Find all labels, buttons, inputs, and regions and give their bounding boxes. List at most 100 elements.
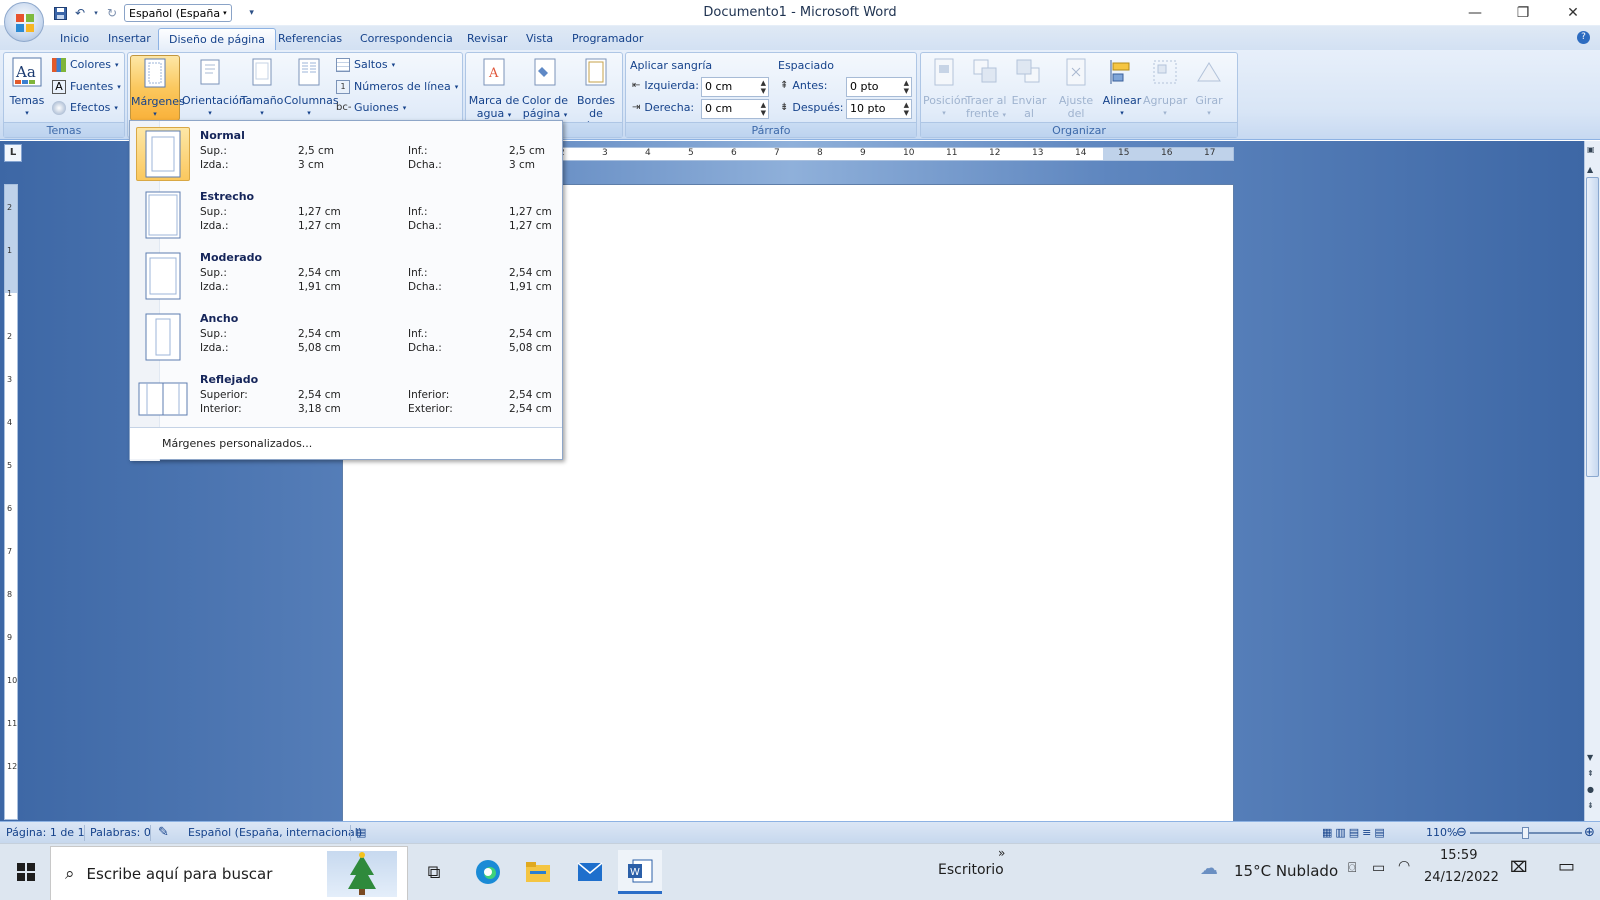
alinear-label: Alinear <box>1102 94 1142 107</box>
spinner-icon[interactable]: ▲ ▼ <box>904 79 909 95</box>
tab-correspondencia[interactable]: Correspondencia <box>350 28 463 50</box>
margin-preset-reflejado[interactable]: Reflejado Superior: 2,54 cm Inferior: 2,54 c… <box>132 367 560 427</box>
zoom-level[interactable]: 110% <box>1426 822 1457 844</box>
desktop-chevron-icon[interactable]: » <box>998 846 1005 860</box>
tamano-button[interactable]: Tamaño ▾ <box>240 55 284 121</box>
macro-record-icon[interactable]: ▤ <box>356 822 366 844</box>
tab-selector[interactable]: L <box>4 144 22 162</box>
wifi-icon[interactable]: ◠ <box>1398 858 1410 874</box>
help-icon[interactable]: ? <box>1577 31 1590 44</box>
file-explorer-icon[interactable] <box>516 850 560 894</box>
enviar-fondo-button[interactable]: Enviar al fondo ▾ <box>1007 55 1051 133</box>
traer-frente-button[interactable]: Traer al frente ▾ <box>965 55 1007 121</box>
weather-cloud-icon[interactable]: ☁ <box>1200 858 1218 879</box>
ruler-tick-label: 4 <box>645 148 651 158</box>
scrollbar-thumb[interactable] <box>1586 177 1599 477</box>
minimize-button[interactable]: — <box>1452 0 1498 26</box>
scroll-up-icon[interactable]: ▲ <box>1587 165 1593 174</box>
proofing-icon[interactable]: ✎ <box>158 822 169 844</box>
spinner-icon[interactable]: ▲ ▼ <box>904 101 909 117</box>
zoom-out-icon[interactable]: ⊖ <box>1456 822 1467 844</box>
language-combo[interactable]: Español (España ▾ <box>124 4 232 22</box>
spinner-icon[interactable]: ▲ ▼ <box>761 79 766 95</box>
undo-dropdown-icon[interactable]: ▾ <box>92 5 100 21</box>
margin-preset-moderado[interactable]: Moderado Sup.: 2,54 cm Inf.: 2,54 cm Izda.: 1,… <box>132 245 560 305</box>
view-ruler-icon[interactable]: ▣ <box>1587 145 1595 154</box>
colores-button[interactable]: Colores ▾ <box>52 55 119 75</box>
clock-date[interactable]: 24/12/2022 <box>1424 870 1499 885</box>
vertical-scrollbar[interactable]: ▣ ▲ ▼ ⇞ ● ⇟ <box>1584 141 1600 821</box>
page-count[interactable]: Página: 1 de 1 <box>6 822 85 844</box>
margin-preset-ancho[interactable]: Ancho Sup.: 2,54 cm Inf.: 2,54 cm Izda.: 5,08 … <box>132 306 560 366</box>
margin-preset-estrecho[interactable]: Estrecho Sup.: 1,27 cm Inf.: 1,27 cm Izda.: 1,… <box>132 184 560 244</box>
margin-value-left: 1,27 cm <box>298 220 341 232</box>
posicion-button[interactable]: Posición ▾ <box>923 55 968 121</box>
derecha-input[interactable]: 0 cm ▲ ▼ <box>701 99 769 119</box>
view-buttons[interactable]: ▦▥▤≡▤ <box>1322 822 1388 844</box>
restore-button[interactable]: ❐ <box>1500 0 1546 26</box>
svg-text:Aa: Aa <box>15 63 36 81</box>
custom-margins-item[interactable]: Márgenes personalizados... <box>130 427 562 459</box>
spinner-icon[interactable]: ▲ ▼ <box>761 101 766 117</box>
efectos-button[interactable]: Efectos ▾ <box>52 98 118 118</box>
tab-diseno-pagina[interactable]: Diseño de página <box>158 28 276 50</box>
weather-text[interactable]: 15°C Nublado <box>1234 862 1338 880</box>
ajuste-texto-button[interactable]: Ajuste del texto ▾ <box>1051 55 1101 133</box>
next-page-icon[interactable]: ⇟ <box>1587 801 1594 810</box>
marca-agua-button[interactable]: A Marca de agua ▾ <box>468 55 520 121</box>
ruler-tick-label: 8 <box>7 590 13 599</box>
language-status[interactable]: Español (España, internacional) <box>188 822 362 844</box>
browse-object-icon[interactable]: ● <box>1587 785 1594 794</box>
color-pagina-button[interactable]: Color de página ▾ <box>520 55 570 121</box>
scroll-down-icon[interactable]: ▼ <box>1587 753 1593 762</box>
office-button[interactable] <box>4 2 44 42</box>
page-borders-icon <box>585 58 607 86</box>
word-taskbar-icon[interactable]: W <box>618 850 662 894</box>
camera-icon[interactable]: ⌼ <box>1348 860 1356 876</box>
despues-input[interactable]: 10 pto ▲ ▼ <box>846 99 912 119</box>
mail-icon[interactable] <box>568 850 612 894</box>
customize-qat-icon[interactable]: ▾ <box>244 5 260 21</box>
izquierda-input[interactable]: 0 cm ▲ ▼ <box>701 77 769 97</box>
battery-icon[interactable]: ▭ <box>1372 860 1385 876</box>
izquierda-label: ⇤ Izquierda: <box>632 79 699 92</box>
previous-page-icon[interactable]: ⇞ <box>1587 769 1594 778</box>
keyboard-layout-icon[interactable]: ⌧ <box>1510 858 1527 876</box>
tab-insertar[interactable]: Insertar <box>98 28 161 50</box>
columnas-button[interactable]: Columnas ▾ <box>284 55 339 121</box>
word-count[interactable]: Palabras: 0 <box>90 822 151 844</box>
task-view-icon[interactable]: ⧉ <box>412 850 456 894</box>
vertical-ruler[interactable]: 2 1 1 2 3 4 5 6 7 8 9 10 11 12 <box>4 184 18 820</box>
tab-revisar[interactable]: Revisar <box>457 28 517 50</box>
antes-input[interactable]: 0 pto ▲ ▼ <box>846 77 912 97</box>
orientacion-button[interactable]: Orientación ▾ <box>182 55 246 121</box>
zoom-slider-thumb[interactable] <box>1522 827 1529 839</box>
numeros-linea-button[interactable]: 1 Números de línea ▾ <box>336 77 458 97</box>
agrupar-button[interactable]: Agrupar ▾ <box>1143 55 1187 121</box>
tab-inicio[interactable]: Inicio <box>50 28 99 50</box>
desktop-toolbar-label[interactable]: Escritorio <box>938 862 1004 878</box>
saltos-button[interactable]: Saltos ▾ <box>336 55 395 75</box>
fuentes-button[interactable]: A Fuentes ▾ <box>52 77 121 97</box>
margin-preset-normal[interactable]: Normal Sup.: 2,5 cm Inf.: 2,5 cm Izda.: 3 cm Dc… <box>132 123 560 183</box>
tab-vista[interactable]: Vista <box>516 28 563 50</box>
redo-icon[interactable]: ↻ <box>104 5 120 21</box>
zoom-in-icon[interactable]: ⊕ <box>1584 822 1595 844</box>
margin-label-bottom: Inf.: <box>408 206 428 218</box>
undo-icon[interactable]: ↶ <box>72 5 88 21</box>
guiones-button[interactable]: bc- Guiones ▾ <box>336 98 406 118</box>
close-button[interactable]: ✕ <box>1550 0 1596 26</box>
clock-time[interactable]: 15:59 <box>1440 848 1477 863</box>
start-button[interactable] <box>4 850 48 894</box>
save-icon[interactable] <box>52 5 68 21</box>
notifications-icon[interactable]: ▭ <box>1558 856 1575 877</box>
edge-icon[interactable] <box>466 850 510 894</box>
tab-programador[interactable]: Programador <box>562 28 653 50</box>
temas-button[interactable]: Aa Temas ▾ <box>6 55 48 121</box>
bordes-pagina-button[interactable]: Bordes de página <box>570 55 622 133</box>
margenes-button[interactable]: Márgenes ▾ <box>130 55 185 121</box>
tab-referencias[interactable]: Referencias <box>268 28 352 50</box>
alinear-button[interactable]: Alinear ▾ <box>1101 55 1143 121</box>
taskbar-search[interactable]: ⌕ Escribe aquí para buscar <box>50 846 408 900</box>
girar-button[interactable]: Girar ▾ <box>1187 55 1231 121</box>
